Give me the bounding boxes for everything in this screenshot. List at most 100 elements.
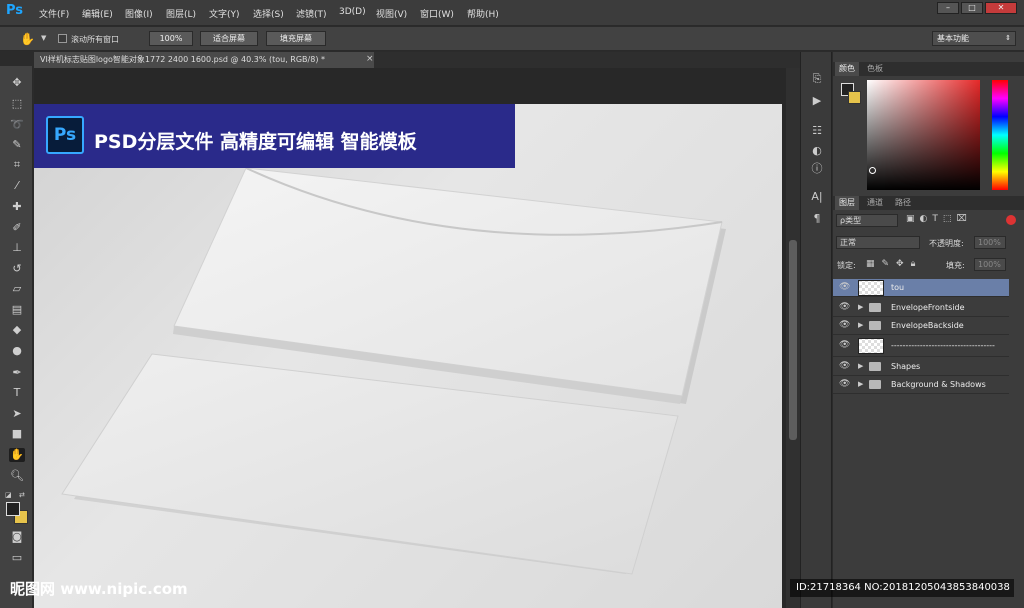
blur-tool-icon[interactable]: ◆ [9,323,25,337]
zoom-tool-icon[interactable]: 🔍︎ [9,469,25,483]
properties-panel-icon[interactable]: ☷ [809,124,825,138]
visibility-eye-icon[interactable]: 👁︎ [839,282,850,292]
menu-edit[interactable]: 编辑(E) [82,7,113,20]
document-tab-title: VI样机标志贴图logo智能对象1772 2400 1600.psd @ 40.… [40,55,325,64]
fill-screen-button[interactable]: 填充屏幕 [266,31,326,46]
brush-tool-icon[interactable]: ✐ [9,221,25,235]
layer-row-tou[interactable]: 👁︎ tou [833,279,1009,297]
menu-image[interactable]: 图像(I) [125,7,153,20]
envelope-illustration [61,167,726,575]
app-logo: Ps [6,3,24,18]
layer-name: tou [891,283,905,292]
actions-play-icon[interactable]: ▶ [809,94,825,108]
swap-colors-icon[interactable]: ⇄ [19,491,25,499]
type-tool-icon[interactable]: T [9,386,25,400]
path-select-tool-icon[interactable]: ➤ [9,407,25,421]
workspace-select[interactable]: 基本功能 ⇕ [932,31,1016,46]
visibility-eye-icon[interactable]: 👁︎ [839,361,850,371]
fill-input[interactable]: 100% [974,258,1006,271]
eraser-tool-icon[interactable]: ▱ [9,282,25,296]
layer-row-shapes[interactable]: 👁︎ ▶ Shapes [833,358,1009,376]
toolbox: ✥ ⬚ ➰ ✎ ⌗ ⁄ ✚ ✐ ⊥ ↺ ▱ ▤ ◆ ● ✒ T ➤ ■ ✋ 🔍︎… [0,66,33,608]
expand-arrow-icon[interactable]: ▶ [858,380,863,388]
layer-row-background-shadows[interactable]: 👁︎ ▶ Background & Shadows [833,376,1009,394]
color-panel-background-swatch[interactable] [848,91,861,104]
menu-help[interactable]: 帮助(H) [467,7,499,20]
menu-file[interactable]: 文件(F) [39,7,69,20]
layer-row-envelope-frontside[interactable]: 👁︎ ▶ EnvelopeFrontside [833,299,1009,317]
info-panel-icon[interactable]: ⓘ [809,160,825,175]
opacity-input[interactable]: 100% [974,236,1006,249]
expand-arrow-icon[interactable]: ▶ [858,321,863,329]
adjustments-panel-icon[interactable]: ◐ [809,144,825,158]
menu-window[interactable]: 窗口(W) [420,7,454,20]
layer-filter-select[interactable]: ρ类型 [836,214,898,227]
tab-paths[interactable]: 路径 [891,196,915,210]
color-picker-cursor[interactable] [869,167,876,174]
tab-layers[interactable]: 图层 [835,196,859,210]
menu-select[interactable]: 选择(S) [253,7,284,20]
close-button[interactable]: ✕ [985,2,1017,14]
eyedropper-tool-icon[interactable]: ⁄ [9,179,25,193]
tab-color[interactable]: 颜色 [835,62,859,76]
dodge-tool-icon[interactable]: ● [9,344,25,358]
history-brush-icon[interactable]: ↺ [9,262,25,276]
visibility-eye-icon[interactable]: 👁︎ [839,302,850,312]
visibility-eye-icon[interactable]: 👁︎ [839,379,850,389]
marquee-tool-icon[interactable]: ⬚ [9,97,25,111]
lasso-tool-icon[interactable]: ➰ [9,118,25,132]
zoom-100-button[interactable]: 100% [149,31,193,46]
tab-swatches[interactable]: 色板 [863,62,887,76]
layer-row-envelope-backside[interactable]: 👁︎ ▶ EnvelopeBackside [833,317,1009,335]
menu-layer[interactable]: 图层(L) [166,7,196,20]
screen-mode-icon[interactable]: ▭ [9,551,25,565]
document-tab[interactable]: VI样机标志贴图logo智能对象1772 2400 1600.psd @ 40.… [34,52,374,68]
healing-brush-icon[interactable]: ✚ [9,200,25,214]
rectangle-tool-icon[interactable]: ■ [9,427,25,441]
hue-slider[interactable] [992,80,1008,190]
minimize-button[interactable]: – [937,2,959,14]
folder-icon [869,303,881,312]
layer-name: EnvelopeFrontside [891,303,965,312]
default-colors-icon[interactable]: ◪ [5,491,12,499]
pen-tool-icon[interactable]: ✒ [9,366,25,380]
crop-tool-icon[interactable]: ⌗ [9,158,25,172]
document-canvas[interactable]: Ps PSD分层文件 高精度可编辑 智能模板 [34,68,786,608]
move-tool-icon[interactable]: ✥ [9,76,25,90]
hand-tool-icon[interactable]: ✋ [20,32,35,46]
visibility-eye-icon[interactable]: 👁︎ [839,340,850,350]
tab-channels[interactable]: 通道 [863,196,887,210]
layer-name: Shapes [891,362,921,371]
history-panel-icon[interactable]: ⎘ [809,72,825,86]
scrollbar-thumb[interactable] [789,240,797,440]
menu-type[interactable]: 文字(Y) [209,7,240,20]
menu-filter[interactable]: 滤镜(T) [296,7,327,20]
lock-icons[interactable]: ▦✎✥🔒︎ [866,259,922,269]
color-spectrum-picker[interactable] [867,80,980,190]
layer-row-divider[interactable]: 👁︎ ------------------------------------ [833,337,1009,357]
menu-3d[interactable]: 3D(D) [339,7,366,17]
visibility-eye-icon[interactable]: 👁︎ [839,320,850,330]
maximize-button[interactable]: □ [961,2,983,14]
quick-mask-icon[interactable]: ◙ [9,530,25,544]
character-panel-icon[interactable]: A| [809,190,825,204]
expand-arrow-icon[interactable]: ▶ [858,362,863,370]
chevron-down-icon[interactable]: ▼ [41,34,46,42]
menu-view[interactable]: 视图(V) [376,7,407,20]
gradient-tool-icon[interactable]: ▤ [9,303,25,317]
lock-label: 锁定: [837,261,856,270]
fit-screen-button[interactable]: 适合屏幕 [200,31,258,46]
folder-icon [869,362,881,371]
foreground-color-swatch[interactable] [6,502,20,516]
blend-mode-select[interactable]: 正常 [836,236,920,249]
hand-tool-icon[interactable]: ✋ [9,448,25,462]
filter-toggle-icon[interactable] [1006,215,1016,225]
menu-bar: Ps 文件(F) 编辑(E) 图像(I) 图层(L) 文字(Y) 选择(S) 滤… [0,0,1024,26]
expand-arrow-icon[interactable]: ▶ [858,303,863,311]
filter-icons[interactable]: ▣◐T⬚⌧ [906,214,972,224]
close-tab-icon[interactable]: × [366,54,374,64]
paragraph-panel-icon[interactable]: ¶ [809,212,825,226]
stamp-tool-icon[interactable]: ⊥ [9,241,25,255]
scroll-all-checkbox[interactable] [58,34,67,43]
quick-select-tool-icon[interactable]: ✎ [9,138,25,152]
